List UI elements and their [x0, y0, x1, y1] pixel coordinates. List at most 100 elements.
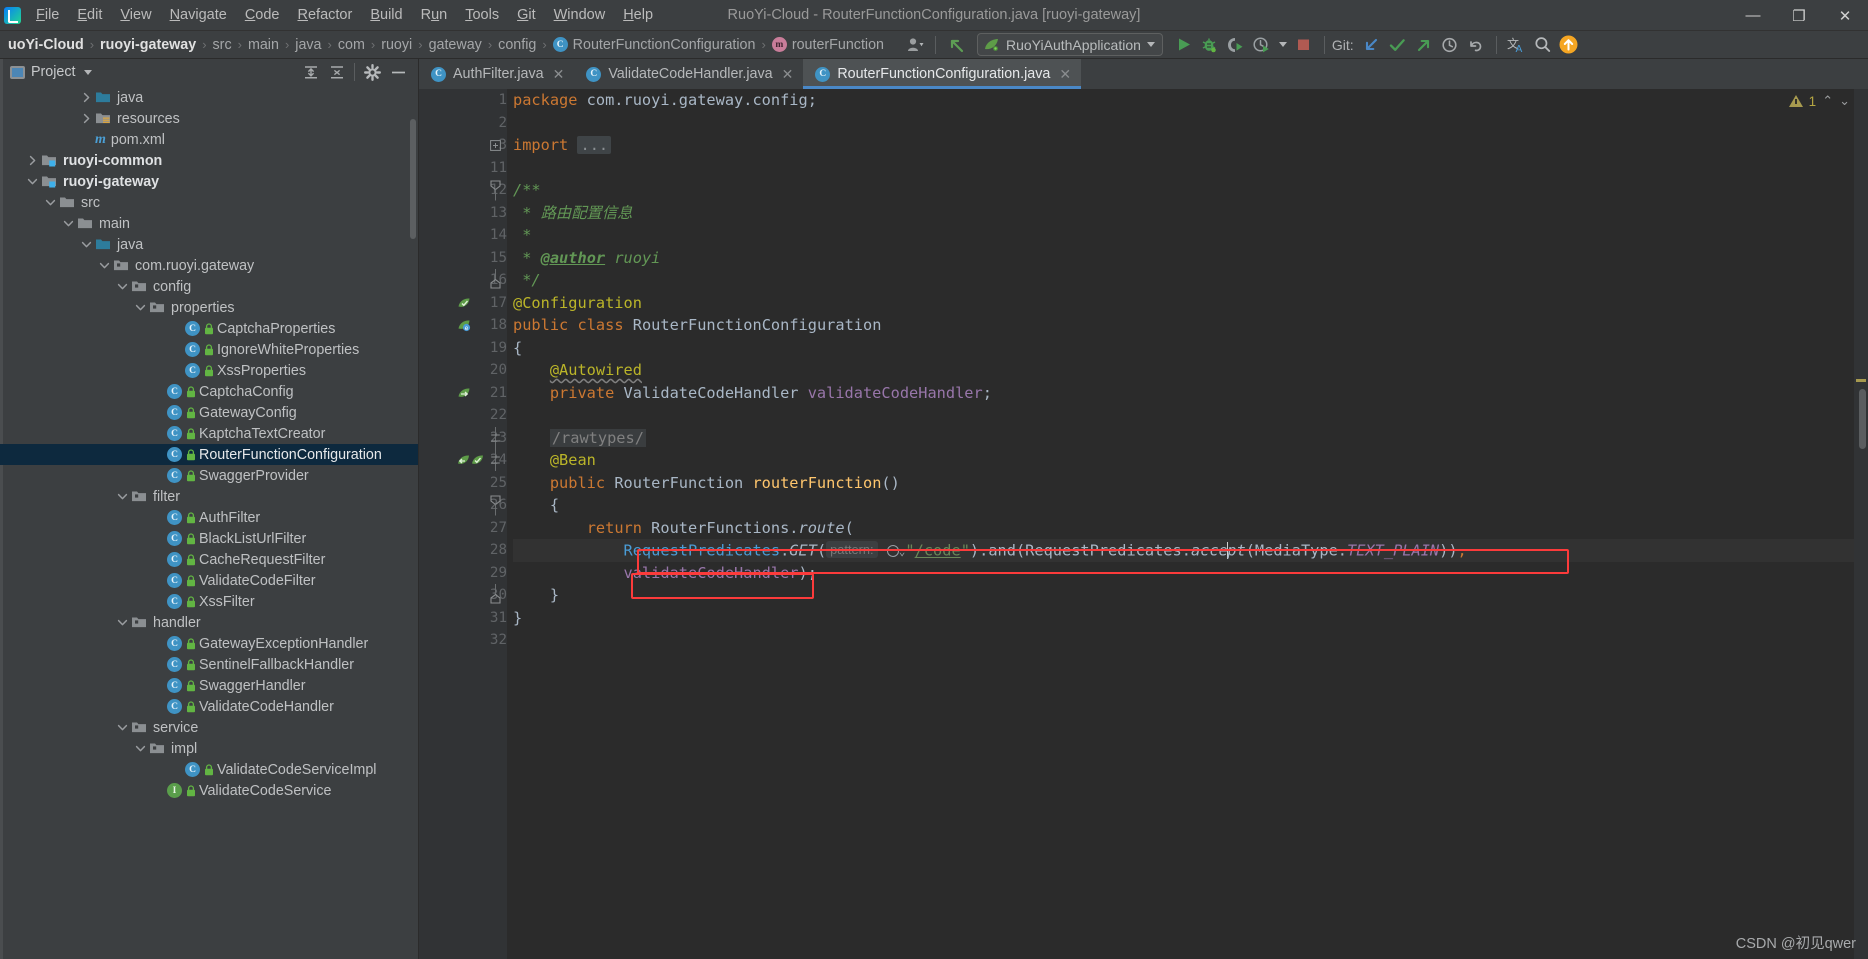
run-icon[interactable] [1171, 34, 1197, 56]
gutter-marker-icon[interactable] [457, 292, 471, 315]
breadcrumb-item-ruoyi[interactable]: ruoyi [377, 36, 416, 54]
editor-tab-authfilter-java[interactable]: C AuthFilter.java ✕ [419, 59, 575, 89]
menu-item-run[interactable]: Run [412, 4, 457, 26]
menu-item-file[interactable]: File [27, 4, 68, 26]
tree-node-main[interactable]: main [0, 213, 418, 234]
gutter-marker-icon[interactable] [457, 449, 485, 472]
code-fold-icon[interactable] [489, 494, 502, 517]
code-fold-icon[interactable] [489, 179, 502, 202]
editor-gutter[interactable]: 1 2 3 11 12 13 14 15 16 17 e 18 19 20 21 22 23 24 25 26 27 28… [419, 89, 507, 959]
tree-node-ruoyi-gateway[interactable]: ruoyi-gateway [0, 171, 418, 192]
tree-node-gatewayexceptionhandler[interactable]: C GatewayExceptionHandler [0, 633, 418, 654]
profiler-icon[interactable] [1249, 34, 1275, 56]
tree-node-swaggerprovider[interactable]: C SwaggerProvider [0, 465, 418, 486]
chevron-down-icon[interactable] [134, 301, 147, 314]
tree-node-config[interactable]: config [0, 276, 418, 297]
run-configuration-selector[interactable]: RuoYiAuthApplication [977, 33, 1163, 56]
tree-node-blacklisturlfilter[interactable]: C BlackListUrlFilter [0, 528, 418, 549]
chevron-down-icon[interactable] [62, 217, 75, 230]
menu-item-build[interactable]: Build [361, 4, 411, 26]
settings-gear-icon[interactable] [360, 61, 384, 83]
close-tab-icon[interactable]: ✕ [782, 66, 794, 83]
chevron-down-icon[interactable] [1146, 42, 1155, 47]
tree-node-xssproperties[interactable]: C XssProperties [0, 360, 418, 381]
back-arrow-icon[interactable] [943, 34, 969, 56]
chevron-down-icon[interactable] [44, 196, 57, 209]
editor-tab-validatecodehandler-java[interactable]: C ValidateCodeHandler.java ✕ [574, 59, 804, 89]
menu-item-edit[interactable]: Edit [68, 4, 111, 26]
menu-item-git[interactable]: Git [508, 4, 545, 26]
tree-node-com-ruoyi-gateway[interactable]: com.ruoyi.gateway [0, 255, 418, 276]
translate-icon[interactable]: 文 A [1504, 34, 1530, 56]
tree-node-validatecodeserviceimpl[interactable]: C ValidateCodeServiceImpl [0, 759, 418, 780]
code-fold-icon[interactable] [489, 134, 502, 157]
tree-node-pom-xml[interactable]: m pom.xml [0, 129, 418, 150]
chevron-down-icon[interactable] [80, 238, 93, 251]
project-tree[interactable]: java resources m pom.xml ruoyi-common ruoyi-g… [0, 85, 418, 959]
tree-node-xssfilter[interactable]: C XssFilter [0, 591, 418, 612]
chevron-down-icon[interactable] [26, 175, 39, 188]
editor-marker-bar[interactable] [1854, 89, 1868, 959]
chevron-right-icon[interactable] [26, 154, 39, 167]
close-tab-icon[interactable]: ✕ [553, 66, 565, 83]
debug-icon[interactable] [1197, 34, 1223, 56]
chevron-right-icon[interactable] [80, 91, 93, 104]
expand-all-icon[interactable] [299, 61, 323, 83]
chevron-down-icon[interactable] [134, 742, 147, 755]
tree-node-swaggerhandler[interactable]: C SwaggerHandler [0, 675, 418, 696]
chevron-down-icon[interactable] [1275, 34, 1291, 56]
tree-node-java[interactable]: java [0, 87, 418, 108]
tree-node-sentinelfallbackhandler[interactable]: C SentinelFallbackHandler [0, 654, 418, 675]
run-coverage-icon[interactable] [1223, 34, 1249, 56]
tree-node-validatecodeservice[interactable]: I ValidateCodeService [0, 780, 418, 801]
chevron-down-icon[interactable] [98, 259, 111, 272]
tree-node-properties[interactable]: properties [0, 297, 418, 318]
menu-item-view[interactable]: View [111, 4, 160, 26]
code-fold-icon[interactable] [489, 269, 502, 292]
breadcrumb-item-gateway[interactable]: gateway [425, 36, 486, 54]
git-history-icon[interactable] [1437, 34, 1463, 56]
editor-tab-routerfunctionconfiguration-java[interactable]: C RouterFunctionConfiguration.java ✕ [803, 59, 1082, 89]
chevron-down-icon[interactable] [116, 721, 129, 734]
menu-item-tools[interactable]: Tools [456, 4, 508, 26]
tree-node-captchaconfig[interactable]: C CaptchaConfig [0, 381, 418, 402]
git-commit-icon[interactable] [1385, 34, 1411, 56]
collapse-all-icon[interactable] [325, 61, 349, 83]
code-fold-icon[interactable] [489, 449, 502, 472]
breadcrumb-item-routerfunctionconfiguration[interactable]: C RouterFunctionConfiguration [549, 36, 760, 54]
tree-node-java[interactable]: java [0, 234, 418, 255]
tree-node-filter[interactable]: filter [0, 486, 418, 507]
breadcrumb-item-java[interactable]: java [291, 36, 325, 54]
stop-icon[interactable] [1291, 34, 1317, 56]
project-tree-scrollbar[interactable] [410, 119, 416, 239]
tree-node-handler[interactable]: handler [0, 612, 418, 633]
next-problem-icon[interactable]: ⌄ [1839, 93, 1850, 109]
breadcrumb-item-routerfunction[interactable]: m routerFunction [768, 36, 888, 54]
user-avatar-icon[interactable] [902, 34, 928, 56]
close-tab-icon[interactable]: ✕ [1059, 66, 1071, 83]
search-icon[interactable] [1530, 34, 1556, 56]
breadcrumb-item-src[interactable]: src [209, 36, 236, 54]
tree-node-cacherequestfilter[interactable]: C CacheRequestFilter [0, 549, 418, 570]
tree-node-service[interactable]: service [0, 717, 418, 738]
menu-item-window[interactable]: Window [545, 4, 615, 26]
tree-node-src[interactable]: src [0, 192, 418, 213]
code-fold-icon[interactable] [489, 584, 502, 607]
menu-item-refactor[interactable]: Refactor [289, 4, 362, 26]
close-button[interactable]: ✕ [1822, 0, 1868, 31]
chevron-down-icon[interactable] [116, 280, 129, 293]
code-editor[interactable]: 1 2 3 11 12 13 14 15 16 17 e 18 19 20 21 22 23 24 25 26 27 28… [419, 89, 1868, 959]
tree-node-ruoyi-common[interactable]: ruoyi-common [0, 150, 418, 171]
breadcrumb-item-ruoyi-gateway[interactable]: ruoyi-gateway [96, 36, 200, 54]
editor-scrollbar[interactable] [1859, 389, 1866, 449]
tree-node-kaptchatextcreator[interactable]: C KaptchaTextCreator [0, 423, 418, 444]
chevron-right-icon[interactable] [80, 112, 93, 125]
git-update-icon[interactable] [1359, 34, 1385, 56]
tree-node-authfilter[interactable]: C AuthFilter [0, 507, 418, 528]
menu-item-code[interactable]: Code [236, 4, 289, 26]
gutter-marker-icon[interactable]: e [457, 314, 471, 337]
maximize-button[interactable]: ❐ [1776, 0, 1822, 31]
menu-item-navigate[interactable]: Navigate [161, 4, 236, 26]
tree-node-validatecodehandler[interactable]: C ValidateCodeHandler [0, 696, 418, 717]
chevron-down-icon[interactable] [116, 490, 129, 503]
